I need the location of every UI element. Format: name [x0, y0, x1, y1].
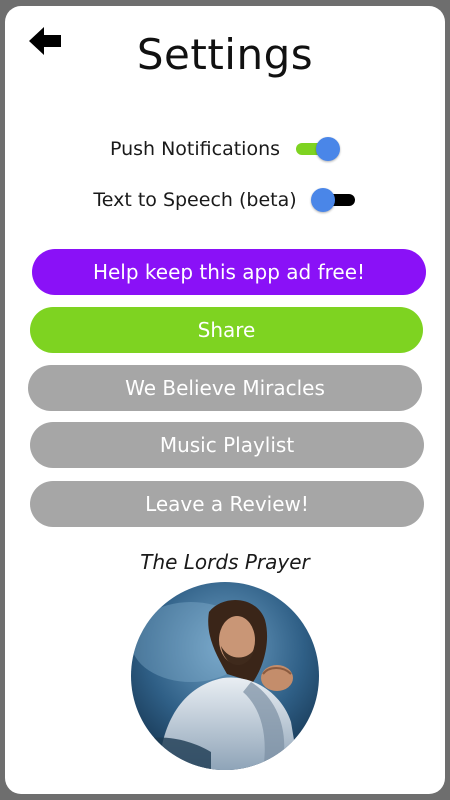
- text-to-speech-row: Text to Speech (beta): [5, 182, 445, 218]
- settings-screen: Settings Push Notifications Text to Spee…: [5, 6, 445, 794]
- praying-figure-image: [131, 582, 319, 770]
- leave-review-button[interactable]: Leave a Review!: [30, 481, 424, 527]
- push-notifications-label: Push Notifications: [109, 138, 281, 160]
- page-title: Settings: [136, 30, 314, 79]
- prayer-caption: The Lords Prayer: [140, 550, 310, 574]
- lords-prayer-image[interactable]: [131, 582, 319, 770]
- text-to-speech-label: Text to Speech (beta): [93, 189, 297, 211]
- push-notifications-toggle[interactable]: [294, 135, 341, 163]
- we-believe-miracles-button[interactable]: We Believe Miracles: [28, 365, 422, 411]
- music-playlist-button[interactable]: Music Playlist: [30, 422, 424, 468]
- share-button[interactable]: Share: [30, 307, 423, 353]
- push-notifications-row: Push Notifications: [5, 131, 445, 167]
- ad-free-donate-button[interactable]: Help keep this app ad free!: [32, 249, 426, 295]
- text-to-speech-toggle[interactable]: [310, 186, 357, 214]
